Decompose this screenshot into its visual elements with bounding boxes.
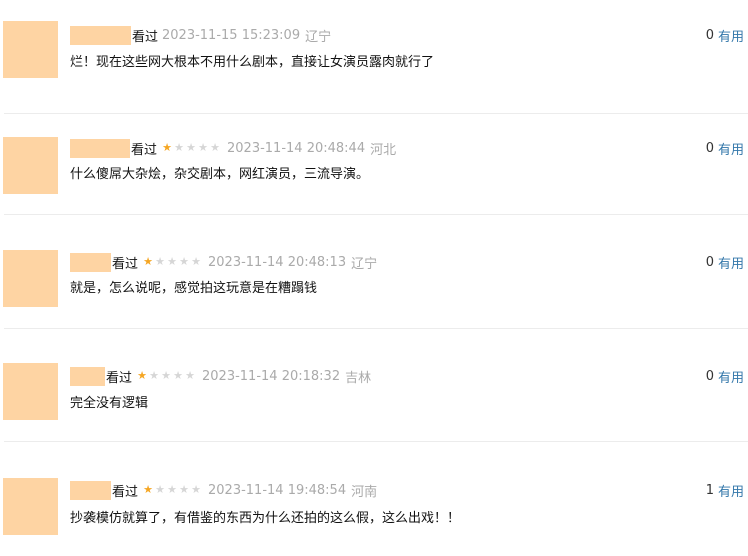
- username[interactable]: [70, 138, 130, 158]
- comment-location: 辽宁: [305, 29, 332, 45]
- star-icon: ★: [173, 369, 183, 382]
- comment-location: 吉林: [345, 370, 372, 386]
- star-icon: ★: [191, 483, 201, 496]
- comment-content: 就是，怎么说呢，感觉拍这玩意是在糟蹋钱: [70, 281, 318, 296]
- username[interactable]: [70, 252, 111, 272]
- comment-content: 烂！现在这些网大根本不用什么剧本，直接让女演员露肉就行了: [70, 55, 435, 70]
- vote-area: 0 有用: [706, 252, 744, 272]
- comment-time: 2023-11-14 20:18:32: [202, 368, 341, 384]
- vote-area: 0 有用: [706, 138, 744, 158]
- watched-label: 看过: [131, 142, 158, 158]
- comment-item: 看过 ★ ★ ★ ★ ★ 2023-11-14 20:18:32 吉林 完全没有逻辑 0…: [0, 328, 748, 442]
- star-icon: ★: [167, 483, 177, 496]
- avatar[interactable]: [3, 363, 58, 420]
- username[interactable]: [70, 366, 105, 386]
- star-rating: ★ ★ ★ ★ ★: [142, 484, 202, 496]
- useful-button[interactable]: 有用: [718, 139, 744, 158]
- star-icon: ★: [210, 141, 220, 154]
- vote-count: 1: [705, 482, 714, 498]
- comment-header: 看过 ★ ★ ★ ★ ★ 2023-11-14 20:18:32 吉林: [70, 366, 371, 386]
- username[interactable]: [70, 480, 111, 500]
- useful-button[interactable]: 有用: [718, 253, 744, 272]
- comment-header: 看过 ★ ★ ★ ★ ★ 2023-11-14 20:48:13 辽宁: [70, 252, 377, 272]
- watched-label: 看过: [112, 256, 139, 272]
- comment-content: 抄袭模仿就算了，有借鉴的东西为什么还拍的这么假，这么出戏！！: [70, 511, 461, 526]
- avatar[interactable]: [3, 21, 58, 78]
- vote-count: 0: [705, 254, 714, 270]
- avatar[interactable]: [3, 478, 58, 535]
- watched-label: 看过: [106, 370, 133, 386]
- star-icon: ★: [155, 483, 165, 496]
- star-icon: ★: [174, 141, 184, 154]
- vote-area: 1 有用: [706, 480, 744, 500]
- comment-item: 看过 2023-11-15 15:23:09 辽宁 烂！现在这些网大根本不用什么…: [0, 0, 748, 114]
- comment-list: 看过 2023-11-15 15:23:09 辽宁 烂！现在这些网大根本不用什么…: [0, 0, 748, 547]
- useful-button[interactable]: 有用: [718, 481, 744, 500]
- star-rating: ★ ★ ★ ★ ★: [161, 142, 221, 154]
- vote-count: 0: [705, 140, 714, 156]
- star-icon: ★: [149, 369, 159, 382]
- comment-header: 看过 ★ ★ ★ ★ ★ 2023-11-14 19:48:54 河南: [70, 480, 377, 500]
- star-icon: ★: [198, 141, 208, 154]
- comment-time: 2023-11-15 15:23:09: [162, 27, 301, 43]
- star-rating: ★ ★ ★ ★ ★: [136, 370, 196, 382]
- star-icon: ★: [143, 483, 153, 496]
- comment-header: 看过 ★ ★ ★ ★ ★ 2023-11-14 20:48:44 河北: [70, 138, 396, 158]
- comment-header: 看过 2023-11-15 15:23:09 辽宁: [70, 25, 331, 45]
- vote-area: 0 有用: [706, 25, 744, 45]
- star-icon: ★: [179, 483, 189, 496]
- comment-time: 2023-11-14 20:48:44: [227, 140, 366, 156]
- comment-location: 河北: [370, 142, 397, 158]
- comment-item: 看过 ★ ★ ★ ★ ★ 2023-11-14 19:48:54 河南 抄袭模仿就算了，…: [0, 442, 748, 556]
- star-icon: ★: [161, 369, 171, 382]
- username[interactable]: [70, 25, 131, 45]
- comment-content: 完全没有逻辑: [70, 396, 149, 411]
- avatar[interactable]: [3, 250, 58, 307]
- watched-label: 看过: [132, 29, 159, 45]
- useful-button[interactable]: 有用: [718, 367, 744, 386]
- useful-button[interactable]: 有用: [718, 26, 744, 45]
- watched-label: 看过: [112, 484, 139, 500]
- comment-time: 2023-11-14 19:48:54: [208, 482, 347, 498]
- star-icon: ★: [191, 255, 201, 268]
- comment-item: 看过 ★ ★ ★ ★ ★ 2023-11-14 20:48:44 河北 什么傻屌大杂烩，…: [0, 101, 748, 215]
- star-icon: ★: [167, 255, 177, 268]
- star-icon: ★: [186, 141, 196, 154]
- vote-area: 0 有用: [706, 366, 744, 386]
- avatar[interactable]: [3, 137, 58, 194]
- star-icon: ★: [185, 369, 195, 382]
- comment-time: 2023-11-14 20:48:13: [208, 254, 347, 270]
- vote-count: 0: [705, 368, 714, 384]
- comment-content: 什么傻屌大杂烩，杂交剧本，网红演员，三流导演。: [70, 167, 370, 182]
- star-icon: ★: [162, 141, 172, 154]
- star-icon: ★: [179, 255, 189, 268]
- star-icon: ★: [143, 255, 153, 268]
- star-rating: ★ ★ ★ ★ ★: [142, 256, 202, 268]
- star-icon: ★: [137, 369, 147, 382]
- comment-location: 河南: [351, 484, 378, 500]
- vote-count: 0: [705, 27, 714, 43]
- star-icon: ★: [155, 255, 165, 268]
- comment-location: 辽宁: [351, 256, 378, 272]
- comment-item: 看过 ★ ★ ★ ★ ★ 2023-11-14 20:48:13 辽宁 就是，怎么说呢，…: [0, 215, 748, 329]
